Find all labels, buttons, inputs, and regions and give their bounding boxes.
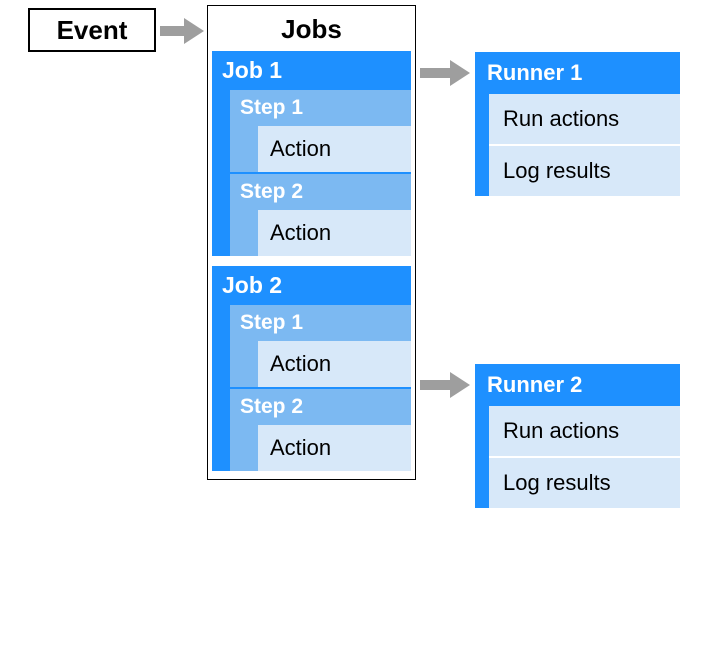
- job-block-2: Job 2 Step 1 Action Step 2 Action: [212, 266, 411, 471]
- runner-1-body: Run actions Log results: [489, 94, 680, 196]
- runner-block-2: Runner 2 Run actions Log results: [475, 364, 680, 508]
- job-2-step-2-action: Action: [258, 425, 411, 471]
- job-1-step-1-action: Action: [258, 126, 411, 172]
- event-label: Event: [57, 15, 128, 46]
- job-2-title: Job 2: [212, 266, 411, 305]
- arrow-shaft: [420, 380, 450, 390]
- runner-1-item-log-results: Log results: [489, 146, 680, 196]
- jobs-container: Jobs Job 1 Step 1 Action Step 2 Action J…: [207, 5, 416, 480]
- arrow-head-icon: [184, 18, 204, 44]
- arrow-head-icon: [450, 372, 470, 398]
- job-1-step-2-action: Action: [258, 210, 411, 256]
- job-2-step-1-action: Action: [258, 341, 411, 387]
- job-2-step-2-title: Step 2: [230, 389, 411, 425]
- job-1-step-2: Step 2 Action: [230, 174, 411, 256]
- runner-2-item-log-results: Log results: [489, 458, 680, 508]
- job-1-step-1-title: Step 1: [230, 90, 411, 126]
- arrow-head-icon: [450, 60, 470, 86]
- jobs-title: Jobs: [212, 10, 411, 51]
- runner-2-item-run-actions: Run actions: [489, 406, 680, 458]
- arrow-event-to-jobs: [160, 18, 204, 44]
- runner-1-item-run-actions: Run actions: [489, 94, 680, 146]
- job-2-step-1: Step 1 Action: [230, 305, 411, 387]
- arrow-shaft: [160, 26, 184, 36]
- event-box: Event: [28, 8, 156, 52]
- job-2-step-1-title: Step 1: [230, 305, 411, 341]
- job-1-title: Job 1: [212, 51, 411, 90]
- runner-block-1: Runner 1 Run actions Log results: [475, 52, 680, 196]
- job-1-step-1: Step 1 Action: [230, 90, 411, 172]
- runner-1-title: Runner 1: [475, 52, 680, 94]
- runner-2-body: Run actions Log results: [489, 406, 680, 508]
- arrow-job2-to-runner2: [420, 372, 470, 398]
- arrow-shaft: [420, 68, 450, 78]
- job-1-step-2-title: Step 2: [230, 174, 411, 210]
- job-2-step-2: Step 2 Action: [230, 389, 411, 471]
- runner-2-title: Runner 2: [475, 364, 680, 406]
- job-block-1: Job 1 Step 1 Action Step 2 Action: [212, 51, 411, 256]
- arrow-job1-to-runner1: [420, 60, 470, 86]
